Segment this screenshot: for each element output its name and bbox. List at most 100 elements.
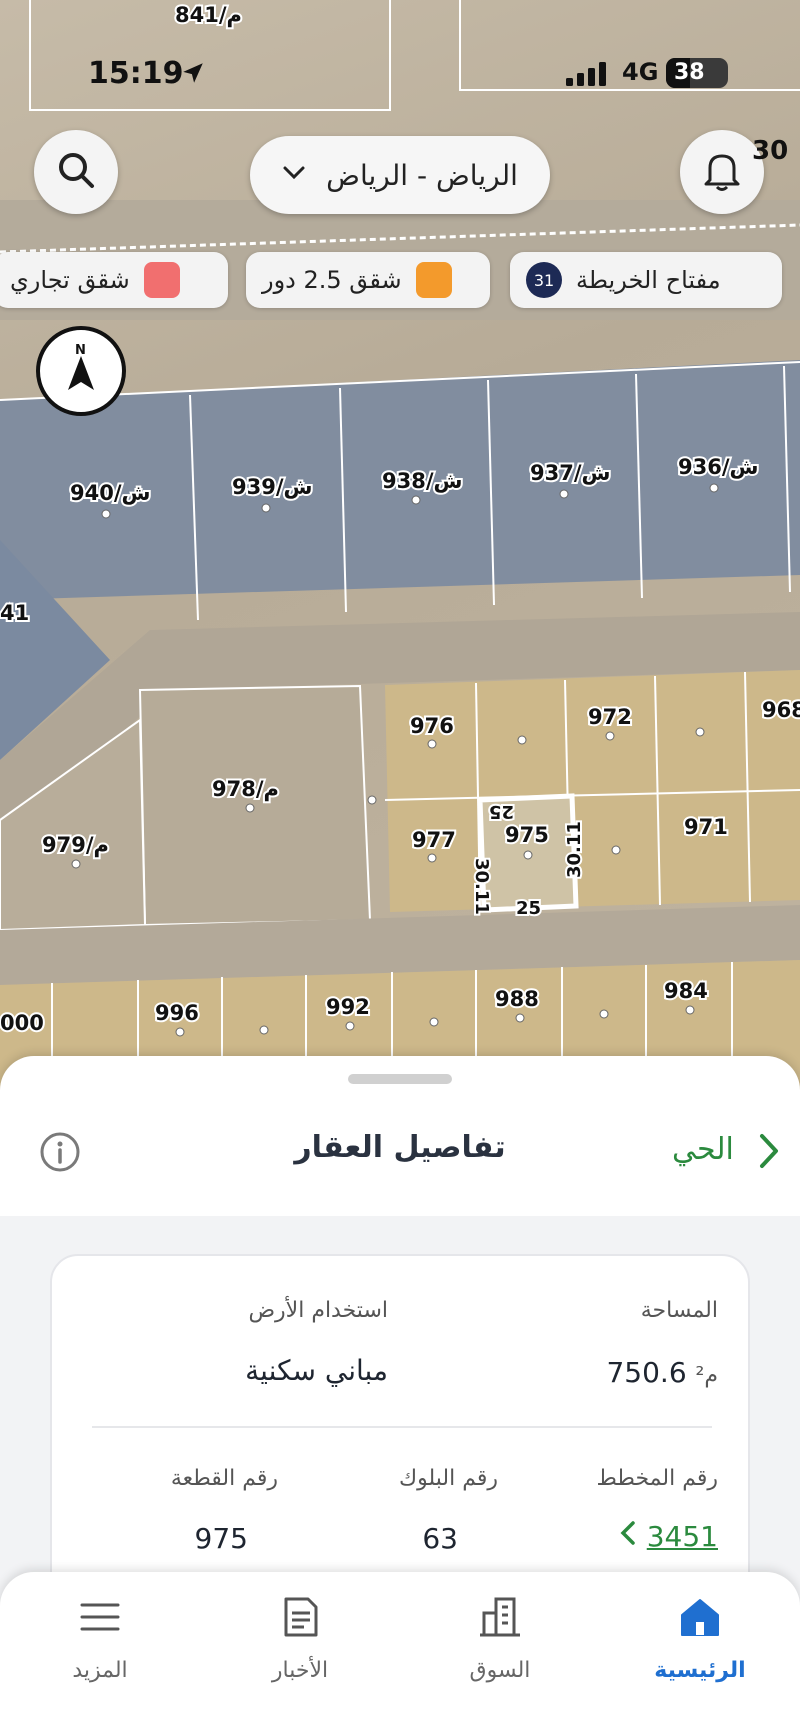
- tab-home[interactable]: الرئيسية: [630, 1594, 770, 1683]
- legend-swatch-orange: [415, 262, 452, 298]
- plot-label: 978/م: [212, 777, 279, 801]
- parcel-dot: [367, 795, 377, 805]
- parcel-dot: [427, 739, 437, 749]
- notification-count: 30: [752, 136, 789, 166]
- legend-count-badge: 31: [526, 262, 562, 298]
- plot-number-value: 975: [194, 1522, 248, 1555]
- parcel-dot: [411, 495, 421, 505]
- parcel-dot: [71, 859, 81, 869]
- tab-label: الأخبار: [271, 1658, 329, 1683]
- sheet-grabber[interactable]: [348, 1074, 452, 1084]
- dimension-label: 30.11: [471, 858, 492, 915]
- chevron-left-icon: [618, 1520, 647, 1553]
- search-button[interactable]: [34, 130, 118, 214]
- battery-icon: 38: [666, 58, 728, 88]
- land-use-label: استخدام الأرض: [248, 1298, 388, 1323]
- city-selector[interactable]: الرياض - الرياض: [250, 136, 550, 214]
- building-icon: [430, 1594, 570, 1640]
- area-label: المساحة: [640, 1298, 718, 1323]
- plot-label: 984: [664, 979, 708, 1003]
- plot-label: 992: [326, 995, 370, 1019]
- plot-label: 996: [155, 1001, 199, 1025]
- parcel-dot: [261, 503, 271, 513]
- bottom-tab-bar: الرئيسية السوق الأخبار المزيد: [0, 1572, 800, 1735]
- tab-label: المزيد: [72, 1658, 128, 1683]
- compass-button[interactable]: N: [36, 326, 126, 416]
- parcel-dot: [517, 735, 527, 745]
- legend-chip-label: شقق تجاري: [10, 266, 130, 294]
- home-icon: [630, 1594, 770, 1640]
- parcel-dot: [259, 1025, 269, 1035]
- plot-label: 940/ش: [70, 481, 151, 505]
- chevron-right-icon[interactable]: [756, 1132, 782, 1174]
- tab-more[interactable]: المزيد: [30, 1594, 170, 1683]
- tab-news[interactable]: الأخبار: [230, 1594, 370, 1683]
- legend-chip-apartments-2-5[interactable]: شقق 2.5 دور: [246, 252, 490, 308]
- tab-label: الرئيسية: [654, 1658, 746, 1683]
- parcel-dot: [245, 803, 255, 813]
- plot-label: 936/ش: [678, 455, 759, 479]
- parcel-978: [138, 684, 372, 927]
- area-value: م² 750.6: [606, 1356, 718, 1389]
- parcel-dot: [599, 1009, 609, 1019]
- map-legend-chip[interactable]: 31 مفتاح الخريطة: [510, 252, 782, 308]
- parcel-dot: [515, 1013, 525, 1023]
- parcel-dot: [685, 1005, 695, 1015]
- parcel-dot: [175, 1027, 185, 1037]
- area-unit: م²: [695, 1363, 718, 1388]
- plot-number-label: رقم القطعة: [170, 1466, 278, 1491]
- search-icon: [55, 149, 97, 195]
- plan-number-label: رقم المخطط: [596, 1466, 718, 1491]
- chevron-down-icon: [282, 165, 306, 185]
- plot-label: 000: [0, 1011, 44, 1035]
- land-use-value: مباني سكنية: [245, 1354, 388, 1387]
- parcel-dot: [427, 853, 437, 863]
- legend-swatch-red: [143, 262, 180, 298]
- parcel-dot: [523, 850, 533, 860]
- plan-number-value[interactable]: 3451: [647, 1520, 718, 1553]
- cellular-signal-icon: [566, 62, 612, 90]
- plot-label: 976: [410, 714, 454, 738]
- dimension-label: 25: [489, 801, 514, 822]
- parcel-dot: [695, 727, 705, 737]
- card-divider: [92, 1426, 712, 1428]
- legend-chip-label: شقق 2.5 دور: [262, 266, 402, 294]
- parcel-dot: [559, 489, 569, 499]
- area-number: 750.6: [606, 1356, 687, 1389]
- dimension-label: 30.11: [564, 821, 585, 878]
- neighborhood-link[interactable]: الحي: [672, 1132, 734, 1167]
- plot-label: 971: [684, 815, 728, 839]
- plot-label: 841/م: [175, 3, 242, 27]
- parcel-dot: [345, 1021, 355, 1031]
- parcel-dot: [611, 845, 621, 855]
- plot-label: 988: [495, 987, 539, 1011]
- legend-chip-commercial[interactable]: شقق تجاري: [0, 252, 228, 308]
- bell-icon: [702, 148, 742, 196]
- menu-icon: [30, 1594, 170, 1640]
- plot-label: 975: [505, 823, 549, 847]
- compass-north-icon: N: [40, 343, 122, 416]
- block-number-label: رقم البلوك: [398, 1466, 498, 1491]
- status-bar: 15:19 4G 38: [0, 52, 800, 92]
- parcel-dot: [101, 509, 111, 519]
- news-icon: [230, 1594, 370, 1640]
- location-arrow-icon: [180, 60, 206, 90]
- plot-label: 41: [0, 601, 29, 625]
- block-number-value: 63: [422, 1522, 458, 1555]
- plot-label: 939/ش: [232, 475, 313, 499]
- plot-label: 937/ش: [530, 461, 611, 485]
- parcel-dot: [605, 731, 615, 741]
- dimension-label: 25: [516, 898, 541, 919]
- legend-chip-label: مفتاح الخريطة: [576, 266, 721, 294]
- plot-label: 979/م: [42, 833, 109, 857]
- plot-label: 972: [588, 705, 632, 729]
- city-label: الرياض - الرياض: [326, 158, 518, 192]
- plot-label: 977: [412, 828, 456, 852]
- plan-number-link[interactable]: 3451: [618, 1520, 718, 1553]
- status-time: 15:19: [88, 56, 184, 91]
- battery-level: 38: [674, 60, 705, 85]
- tab-market[interactable]: السوق: [430, 1594, 570, 1683]
- plot-label: 968: [762, 698, 800, 722]
- tab-label: السوق: [469, 1658, 531, 1683]
- plot-label: 938/ش: [382, 469, 463, 493]
